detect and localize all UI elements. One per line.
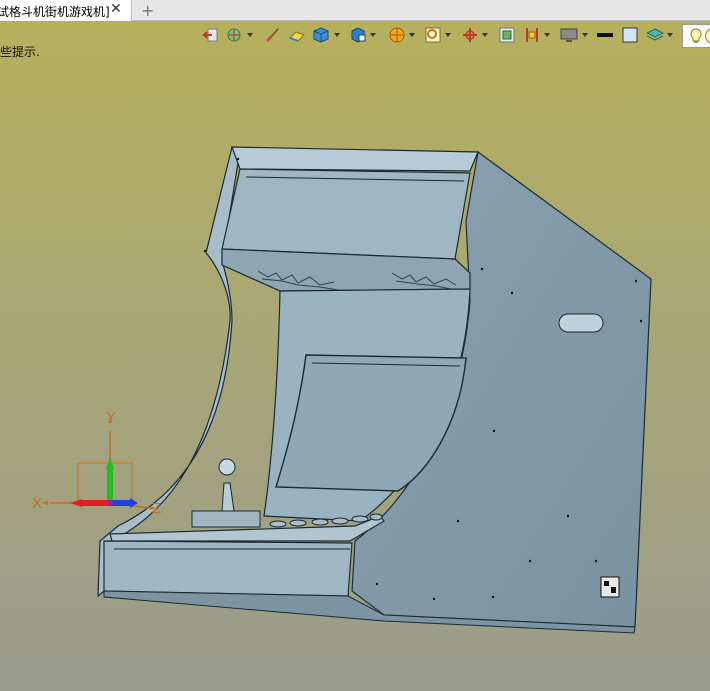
tab-bar: 试格斗机街机游戏机] ✕ + (0, 0, 710, 21)
joystick-shaft (221, 482, 235, 512)
triad-z-label: Z (152, 500, 161, 517)
triad-y-arrow (107, 469, 113, 503)
new-tab-icon[interactable]: + (141, 1, 154, 20)
triad-x-arrow (82, 500, 110, 506)
rear-label (600, 576, 620, 598)
graphics-viewport[interactable]: 些提示. Y X Z (0, 21, 710, 691)
triad-y-label: Y (106, 409, 116, 426)
document-tab-title: 试格斗机街机游戏机] (0, 5, 110, 19)
marquee-panel (221, 168, 471, 260)
marquee-top (231, 146, 479, 172)
left-side-panel (97, 146, 241, 598)
joystick-ball (218, 458, 236, 476)
triad-box (77, 462, 133, 504)
triad-x-label: X (32, 495, 42, 512)
close-icon[interactable]: ✕ (110, 1, 122, 17)
coordinate-triad: Y X Z (32, 409, 161, 517)
joystick-base (191, 510, 261, 528)
arcade-cabinet-model: Y X Z (32, 146, 652, 634)
side-handle (558, 313, 604, 333)
document-tab[interactable]: 试格斗机街机游戏机] ✕ (0, 0, 132, 21)
